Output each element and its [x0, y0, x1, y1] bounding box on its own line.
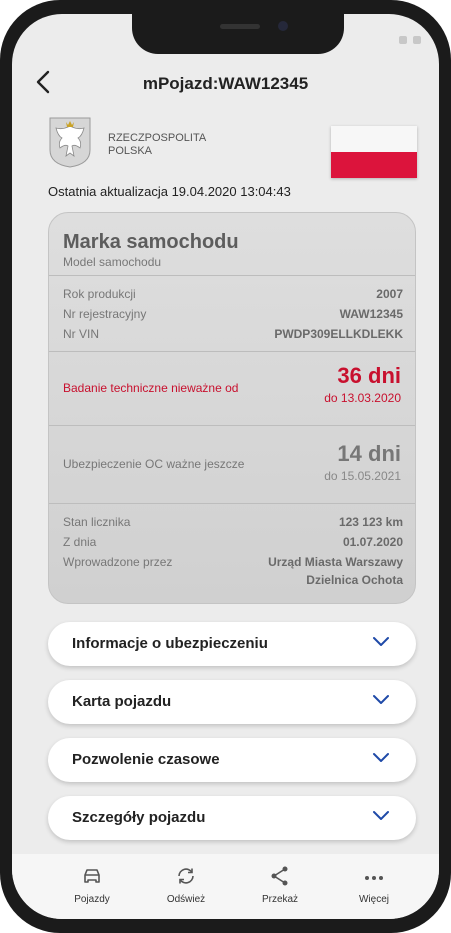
entered-by-row: Wprowadzone przez Urząd Miasta Warszawy	[63, 555, 403, 569]
phone-frame: mPojazd:WAW12345 RZECZPOSPOLITA POLSKA O…	[0, 0, 451, 933]
inspection-days: 36 dni	[337, 363, 401, 388]
speaker	[220, 24, 260, 29]
tab-label: Więcej	[358, 894, 389, 905]
accordion-label: Karta pojazdu	[72, 693, 172, 710]
accordion-vehicle-details[interactable]: Szczegóły pojazdu	[48, 796, 416, 840]
tab-label: Pojazdy	[74, 894, 110, 905]
entered-by-label: Wprowadzone przez	[63, 555, 173, 569]
vehicle-card: Marka samochodu Model samochodu Rok prod…	[48, 212, 416, 604]
mileage-row: Stan licznika 123 123 km	[63, 515, 403, 529]
share-icon	[271, 866, 288, 886]
polish-flag	[331, 126, 417, 178]
insurance-date: do 15.05.2021	[324, 469, 401, 483]
accordion-label: Szczegóły pojazdu	[72, 809, 206, 826]
tab-refresh[interactable]: Odśwież	[146, 864, 226, 905]
flag-red-stripe	[331, 152, 417, 178]
card-divider	[49, 425, 415, 426]
tab-label: Odśwież	[166, 894, 206, 905]
refresh-icon	[178, 868, 194, 884]
mileage-value: 123 123 km	[338, 515, 403, 529]
vehicle-brand: Marka samochodu	[63, 231, 239, 253]
production-year-label: Rok produkcji	[63, 287, 136, 301]
chevron-down-icon	[373, 753, 389, 762]
signal-icon	[399, 36, 407, 44]
eagle-emblem-icon	[49, 117, 91, 168]
entered-by-value-line-2: Dzielnica Ochota	[306, 573, 403, 587]
entered-by-value-line-1: Urząd Miasta Warszawy	[268, 555, 403, 569]
card-divider	[49, 503, 415, 504]
chevron-down-icon	[373, 695, 389, 704]
country-line-2: POLSKA	[108, 145, 153, 157]
date-value: 01.07.2020	[342, 535, 403, 549]
camera	[278, 21, 288, 31]
chevron-down-icon	[373, 811, 389, 820]
status-bar-icons	[399, 36, 421, 44]
tab-vehicles[interactable]: Pojazdy	[52, 864, 132, 905]
mileage-label: Stan licznika	[63, 515, 131, 529]
registration-label: Nr rejestracyjny	[63, 307, 147, 321]
vin-value: PWDP309ELLKDLEKK	[274, 327, 403, 341]
accordion-vehicle-card[interactable]: Karta pojazdu	[48, 680, 416, 724]
flag-white-stripe	[331, 126, 417, 152]
insurance-label: Ubezpieczenie OC ważne jeszcze	[63, 457, 245, 471]
page-title: mPojazd:WAW12345	[142, 74, 309, 93]
tab-share[interactable]: Przekaż	[240, 864, 320, 905]
vin-row: Nr VIN PWDP309ELLKDLEKK	[63, 327, 403, 341]
inspection-label: Badanie techniczne nieważne od	[63, 381, 239, 395]
accordion-insurance-info[interactable]: Informacje o ubezpieczeniu	[48, 622, 416, 666]
accordion-temporary-permit[interactable]: Pozwolenie czasowe	[48, 738, 416, 782]
inspection-date: do 13.03.2020	[324, 391, 401, 405]
tab-more[interactable]: Więcej	[334, 864, 414, 905]
insurance-days: 14 dni	[337, 441, 401, 466]
car-icon	[84, 869, 100, 883]
production-year-row: Rok produkcji 2007	[63, 287, 403, 301]
wifi-icon	[413, 36, 421, 44]
date-label: Z dnia	[63, 535, 97, 549]
nav-bar: mPojazd:WAW12345	[12, 64, 439, 104]
card-divider	[49, 275, 415, 276]
notch	[132, 14, 344, 54]
last-update-text: Ostatnia aktualizacja 19.04.2020 13:04:4…	[48, 184, 291, 199]
tab-label: Przekaż	[261, 894, 299, 905]
country-line-1: RZECZPOSPOLITA	[108, 132, 207, 144]
production-year-value: 2007	[376, 287, 403, 301]
accordion-label: Pozwolenie czasowe	[72, 751, 220, 768]
card-divider	[49, 351, 415, 352]
vehicle-model: Model samochodu	[63, 255, 162, 269]
chevron-down-icon	[373, 637, 389, 646]
accordion-label: Informacje o ubezpieczeniu	[72, 635, 268, 652]
document-header: RZECZPOSPOLITA POLSKA	[12, 116, 439, 186]
registration-row: Nr rejestracyjny WAW12345	[63, 307, 403, 321]
vin-label: Nr VIN	[63, 327, 99, 341]
registration-value: WAW12345	[339, 307, 403, 321]
app-screen: mPojazd:WAW12345 RZECZPOSPOLITA POLSKA O…	[12, 14, 439, 919]
date-row: Z dnia 01.07.2020	[63, 535, 403, 549]
country-name: RZECZPOSPOLITA POLSKA	[108, 132, 206, 158]
bottom-tab-bar: Pojazdy Odśwież Przekaż Więcej	[12, 854, 439, 919]
more-icon	[365, 876, 383, 880]
